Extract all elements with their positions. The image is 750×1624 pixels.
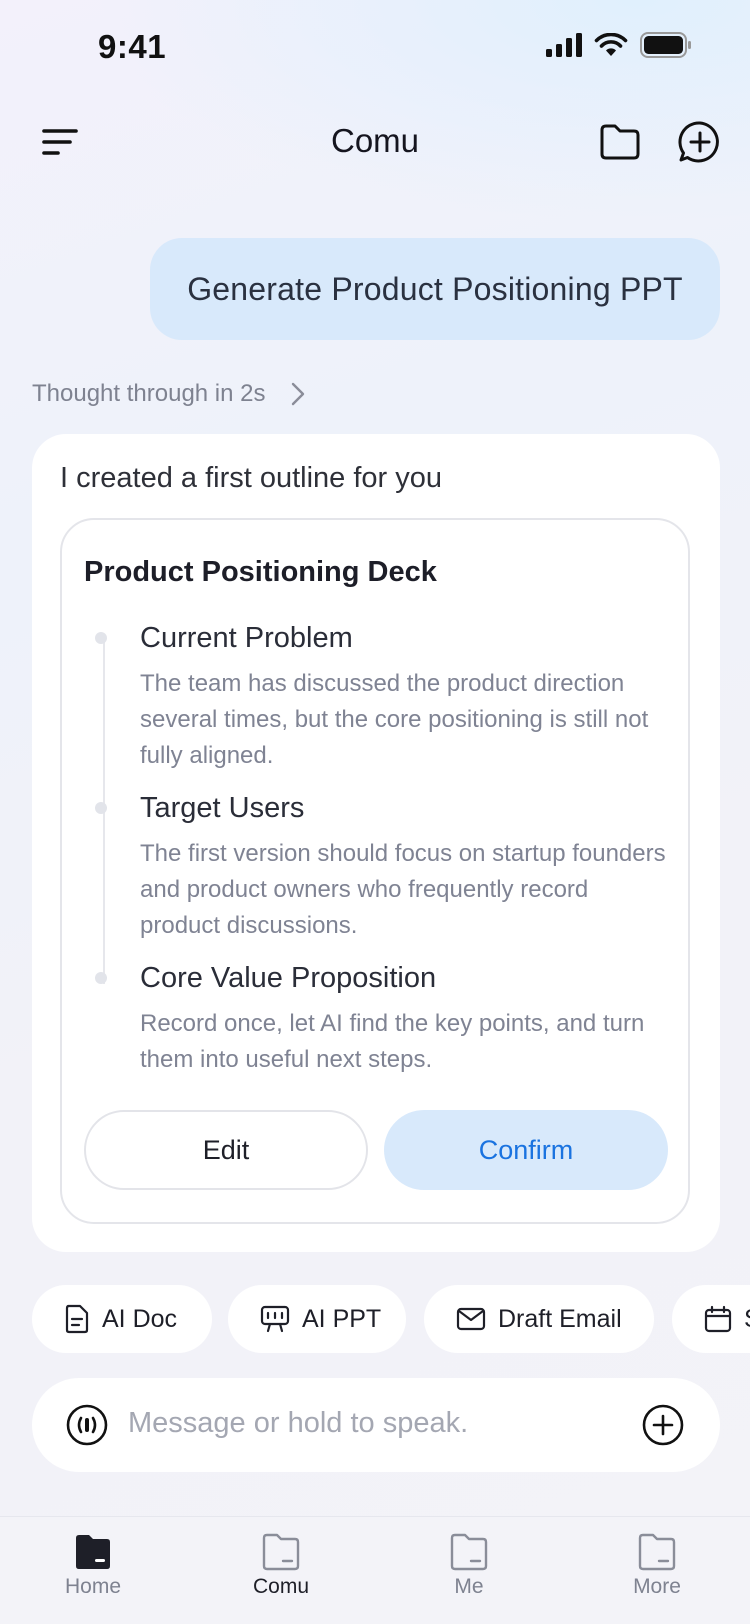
bottom-tab-bar: Home Comu Me More — [0, 1516, 750, 1624]
battery-icon — [640, 32, 691, 58]
chip-draft-email[interactable]: Draft Email — [424, 1285, 654, 1353]
outline-title: Product Positioning Deck — [84, 556, 437, 588]
mail-icon — [456, 1307, 486, 1331]
outline-item: Current Problem The team has discussed t… — [95, 620, 670, 774]
folder-icon — [600, 124, 640, 160]
wifi-icon — [594, 33, 628, 56]
timeline-dot — [95, 802, 107, 814]
user-message-bubble: Generate Product Positioning PPT — [150, 238, 720, 340]
tab-home[interactable]: Home — [33, 1533, 153, 1599]
chip-schedule[interactable]: S — [672, 1285, 750, 1353]
document-icon — [65, 1304, 89, 1334]
tab-label: Comu — [252, 1575, 310, 1598]
more-folder-icon — [638, 1533, 676, 1571]
plus-icon — [642, 1404, 684, 1446]
voice-button[interactable] — [66, 1404, 108, 1446]
edit-button[interactable]: Edit — [84, 1110, 368, 1190]
tab-label: Me — [454, 1575, 484, 1598]
quick-action-chips: AI Doc AI PPT Draft Email S — [32, 1285, 750, 1353]
timeline-dot — [95, 972, 107, 984]
me-folder-icon — [450, 1533, 488, 1571]
chip-label: S — [744, 1305, 750, 1334]
message-input[interactable]: Message or hold to speak. — [128, 1407, 468, 1440]
new-chat-button[interactable] — [678, 120, 722, 164]
tab-me[interactable]: Me — [409, 1533, 529, 1599]
assistant-response-card: I created a first outline for you Produc… — [32, 434, 720, 1252]
chip-label: Draft Email — [498, 1304, 622, 1333]
chip-ai-ppt[interactable]: AI PPT — [228, 1285, 406, 1353]
status-time: 9:41 — [98, 28, 167, 65]
thought-toggle[interactable]: Thought through in 2s — [32, 380, 306, 408]
tab-label: Home — [64, 1575, 122, 1598]
outline-item: Target Users The first version should fo… — [95, 790, 670, 944]
comu-folder-icon — [262, 1533, 300, 1571]
outline-item-description: The team has discussed the product direc… — [140, 670, 649, 769]
status-bar: 9:41 — [0, 0, 750, 96]
outline-item-title: Current Problem — [140, 622, 353, 654]
outline-item-description: Record once, let AI find the key points,… — [140, 1010, 645, 1073]
outline-card: Product Positioning Deck Current Problem… — [60, 518, 690, 1224]
confirm-button[interactable]: Confirm — [384, 1110, 668, 1190]
outline-item-description: The first version should focus on startu… — [140, 840, 666, 939]
tab-more[interactable]: More — [597, 1533, 717, 1599]
response-intro: I created a first outline for you — [60, 462, 443, 494]
outline-item: Core Value Proposition Record once, let … — [95, 960, 670, 1078]
chip-label: AI Doc — [102, 1304, 178, 1333]
tab-comu[interactable]: Comu — [221, 1533, 341, 1599]
chip-ai-doc[interactable]: AI Doc — [32, 1285, 212, 1353]
app-header: Comu — [0, 110, 750, 174]
cellular-signal-icon — [546, 33, 582, 57]
status-icons — [546, 32, 692, 58]
message-input-bar[interactable]: Message or hold to speak. — [32, 1378, 720, 1472]
home-folder-icon — [76, 1535, 110, 1569]
outline-item-title: Target Users — [140, 792, 305, 824]
tab-label: More — [633, 1575, 681, 1598]
folder-button[interactable] — [598, 122, 642, 162]
presentation-icon — [260, 1305, 290, 1333]
voice-icon — [66, 1404, 108, 1446]
timeline-dot — [95, 632, 107, 644]
outline-item-title: Core Value Proposition — [140, 962, 437, 994]
calendar-icon — [704, 1305, 732, 1333]
chevron-right-icon — [291, 382, 304, 406]
new-chat-icon — [678, 121, 719, 163]
attach-button[interactable] — [642, 1404, 684, 1446]
thought-label: Thought through in 2s — [32, 380, 266, 407]
chip-label: AI PPT — [302, 1304, 382, 1333]
